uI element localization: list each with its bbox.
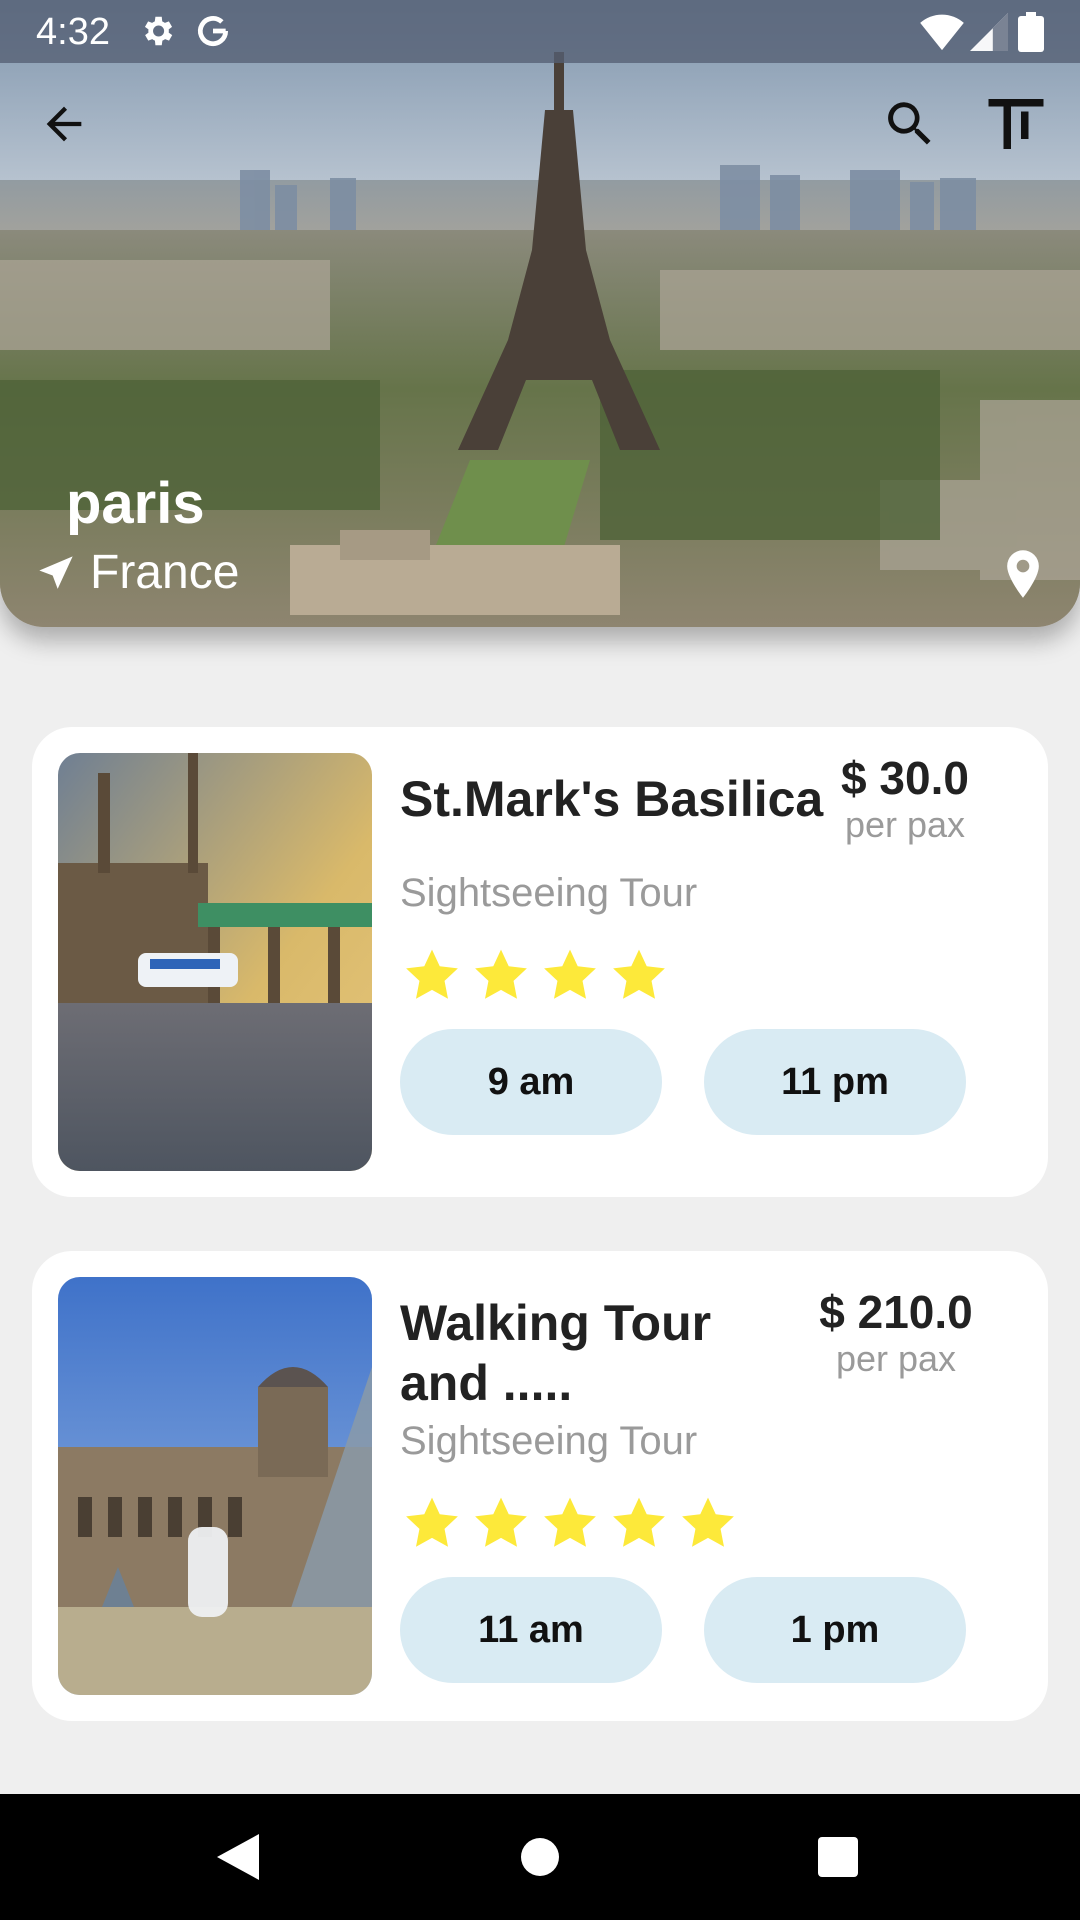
settings-icon xyxy=(144,16,173,46)
star-icon xyxy=(406,1497,458,1547)
status-time: 4:32 xyxy=(36,11,110,53)
country-row: France xyxy=(36,548,239,598)
status-bar: 4:32 xyxy=(0,0,1080,63)
location-pin-icon[interactable] xyxy=(1004,550,1042,598)
price-unit: per pax xyxy=(844,804,966,845)
wifi-icon xyxy=(920,14,964,51)
battery-icon xyxy=(1018,12,1044,52)
time-slot-button[interactable]: 11 pm xyxy=(704,1029,966,1135)
tour-title: St.Mark's Basilica xyxy=(400,771,824,827)
tour-category: Sightseeing Tour xyxy=(400,871,698,915)
tour-card[interactable]: Walking Tour and ..... $ 210.0 per pax S… xyxy=(32,1251,1048,1721)
price-box: $ 30.0 per pax xyxy=(790,751,1020,845)
navigation-arrow-icon xyxy=(39,556,73,589)
nav-back-button[interactable] xyxy=(208,1827,268,1887)
tour-title: Walking Tour and ..... xyxy=(400,1295,712,1411)
price-box: $ 210.0 per pax xyxy=(766,1285,1026,1379)
google-g-icon xyxy=(197,16,229,47)
star-icon xyxy=(613,1497,665,1547)
time-slot-button[interactable]: 11 am xyxy=(400,1577,662,1683)
search-icon xyxy=(888,102,931,145)
star-icon xyxy=(475,1497,527,1547)
price-unit: per pax xyxy=(835,1338,957,1379)
tour-category: Sightseeing Tour xyxy=(400,1419,698,1463)
system-nav-bar xyxy=(0,1794,1080,1920)
country-name: France xyxy=(90,546,240,599)
nav-home-icon xyxy=(521,1838,559,1876)
star-icon xyxy=(613,949,665,999)
search-button[interactable] xyxy=(874,88,946,160)
hero-banner: 4:32 paris France xyxy=(0,0,1080,627)
text-size-icon xyxy=(988,99,1044,149)
back-button[interactable] xyxy=(28,88,100,160)
nav-recents-icon xyxy=(818,1837,858,1877)
star-icon xyxy=(682,1497,734,1547)
star-icon xyxy=(475,949,527,999)
text-size-button[interactable] xyxy=(980,88,1052,160)
star-icon xyxy=(544,1497,596,1547)
rating-stars xyxy=(400,943,676,1007)
signal-icon xyxy=(970,13,1008,51)
rating-stars xyxy=(400,1491,745,1555)
tour-image xyxy=(58,1277,372,1695)
nav-recents-button[interactable] xyxy=(808,1827,868,1887)
nav-back-icon xyxy=(217,1834,259,1880)
star-icon xyxy=(406,949,458,999)
back-arrow-icon xyxy=(46,106,82,142)
tour-image xyxy=(58,753,372,1171)
time-slot-button[interactable]: 9 am xyxy=(400,1029,662,1135)
nav-home-button[interactable] xyxy=(510,1827,570,1887)
city-name: paris xyxy=(66,471,205,536)
tour-card[interactable]: St.Mark's Basilica $ 30.0 per pax Sights… xyxy=(32,727,1048,1197)
tour-price: $ 30.0 xyxy=(841,752,969,804)
tour-price: $ 210.0 xyxy=(819,1286,973,1338)
star-icon xyxy=(544,949,596,999)
time-slot-button[interactable]: 1 pm xyxy=(704,1577,966,1683)
